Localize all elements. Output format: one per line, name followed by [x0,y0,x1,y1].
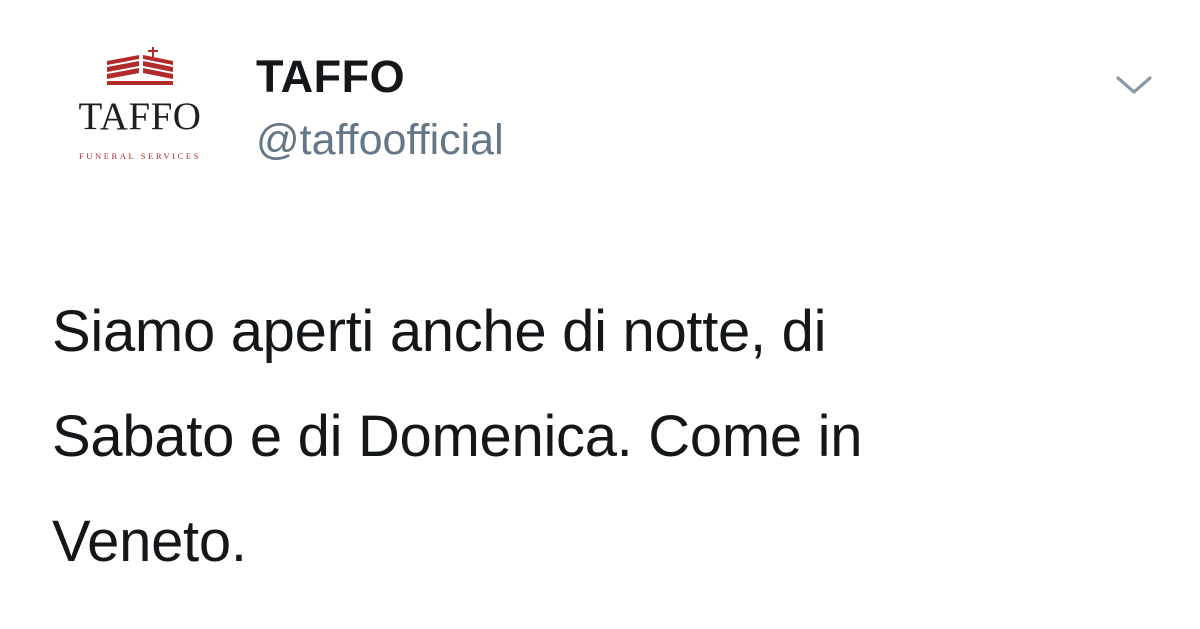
avatar[interactable]: TAFFO FUNERAL SERVICES [55,45,225,185]
tweet-text-line: Sabato e di Domenica. Come in [52,403,863,469]
logo-wordmark: TAFFO [78,95,202,138]
author-handle[interactable]: @taffoofficial [256,119,504,162]
tweet-card: TAFFO FUNERAL SERVICES TAFFO @taffooffic… [0,0,1200,629]
logo-tagline: FUNERAL SERVICES [78,151,202,161]
author-display-name[interactable]: TAFFO [256,54,405,99]
tweet-text: Siamo aperti anche di notte, di Sabato e… [52,280,1052,595]
tweet-text-line: Siamo aperti anche di notte, di [52,299,827,364]
tweet-text-line: Veneto. [52,508,247,574]
chevron-down-icon[interactable] [1114,72,1154,98]
